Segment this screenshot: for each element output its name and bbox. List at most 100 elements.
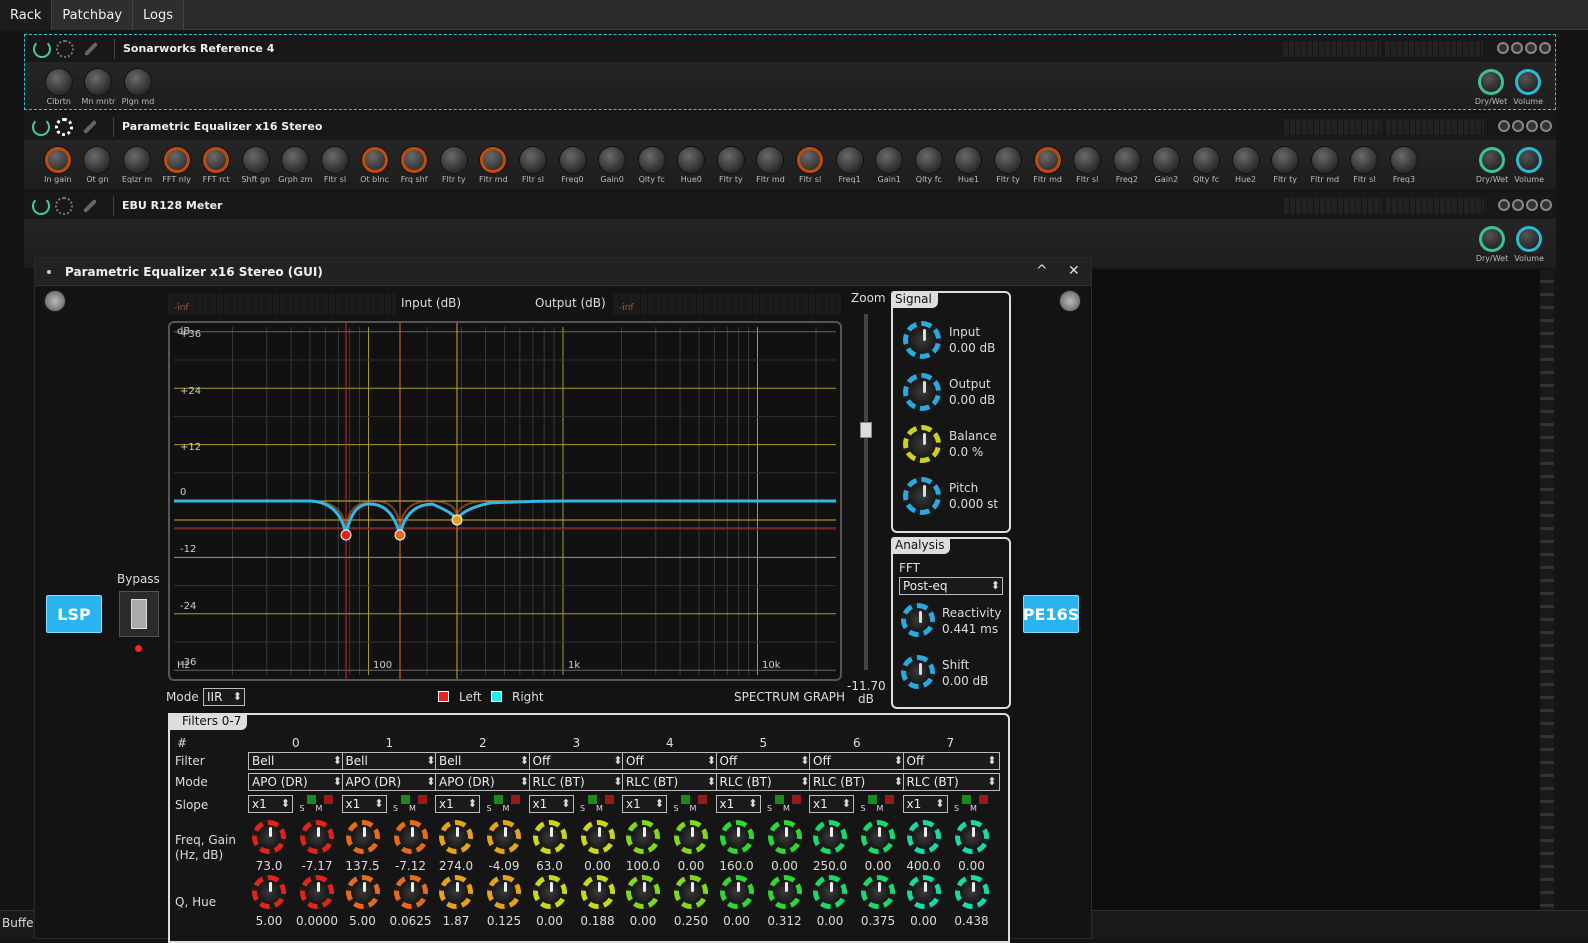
freq-knob[interactable] [906, 820, 941, 854]
slope-select[interactable]: x1 [809, 795, 854, 813]
rack-knob[interactable]: Fltr sl [1345, 147, 1385, 184]
solo-button[interactable] [681, 795, 690, 804]
rack-knob[interactable]: Fltr sl [1067, 147, 1107, 184]
rack-knob[interactable]: Gain1 [869, 147, 909, 184]
rack-knob[interactable]: Fltr sl [790, 147, 830, 184]
rack-knob[interactable]: Qlty fc [909, 147, 949, 184]
rack-knob[interactable]: Gain2 [1147, 147, 1187, 184]
rack-knob[interactable]: Ot gn [78, 147, 118, 184]
button[interactable] [1540, 199, 1552, 211]
solo-button[interactable] [587, 795, 597, 804]
filter-mode-select[interactable]: RLC (BT) [622, 773, 719, 791]
gear-icon[interactable] [56, 39, 74, 58]
filter-mode-select[interactable]: RLC (BT) [809, 773, 906, 791]
solo-button[interactable] [961, 795, 971, 804]
freq-knob[interactable] [345, 820, 380, 854]
rack-knob[interactable]: Gain0 [592, 147, 632, 184]
solo-button[interactable] [400, 795, 410, 804]
slope-select[interactable]: x1 [248, 795, 293, 813]
tab-rack[interactable]: Rack [0, 0, 53, 30]
drywet-knob[interactable]: Dry/Wet [1476, 226, 1508, 263]
hue-knob[interactable] [954, 875, 989, 909]
gain-knob[interactable] [674, 820, 708, 854]
filter-mode-select[interactable]: APO (DR) [341, 773, 439, 791]
mute-button[interactable] [324, 795, 333, 804]
rack-scrollbar[interactable] [1540, 270, 1554, 910]
shift-knob[interactable] [901, 655, 935, 689]
mode-select[interactable]: IIR [203, 688, 245, 706]
button[interactable] [1512, 120, 1524, 132]
zoom-slider-thumb[interactable] [860, 422, 872, 438]
hue-knob[interactable] [300, 875, 334, 909]
gain-knob[interactable] [487, 820, 521, 854]
filter-type-select[interactable]: Off [902, 752, 1000, 770]
input-knob[interactable] [903, 321, 941, 359]
freq-knob[interactable] [252, 820, 286, 854]
rack-knob[interactable]: Fltr ty [434, 147, 474, 184]
gain-knob[interactable] [300, 820, 334, 854]
rack-knob[interactable]: Freq3 [1384, 147, 1424, 184]
solo-button[interactable] [774, 795, 784, 804]
gain-knob[interactable] [954, 820, 989, 854]
rack-knob[interactable]: Frq shf [394, 147, 434, 184]
gear-icon[interactable] [55, 196, 73, 215]
button[interactable] [1539, 42, 1551, 54]
q-knob[interactable] [439, 875, 473, 909]
pe16s-button[interactable]: PE16S [1023, 595, 1079, 633]
filter-type-select[interactable]: Off [622, 752, 719, 770]
rack-knob[interactable]: Fltr md [1028, 147, 1068, 184]
q-knob[interactable] [719, 875, 754, 909]
rack-knob[interactable]: Qlty fc [1186, 147, 1226, 184]
mute-button[interactable] [511, 795, 520, 804]
rack-knob[interactable]: Fltr sl [315, 147, 355, 184]
button[interactable] [1526, 199, 1538, 211]
rack-knob[interactable]: Ot blnc [355, 147, 395, 184]
button[interactable] [1525, 42, 1537, 54]
zoom-slider-track[interactable] [864, 314, 868, 670]
reactivity-knob[interactable] [901, 603, 935, 637]
button[interactable] [1497, 42, 1509, 54]
volume-knob[interactable]: Volume [1514, 226, 1544, 263]
q-knob[interactable] [626, 875, 660, 909]
button[interactable] [1512, 199, 1524, 211]
filter-type-select[interactable]: Off [528, 752, 626, 770]
rack-knob[interactable]: Fltr ty [711, 147, 751, 184]
solo-button[interactable] [494, 795, 503, 804]
rack-knob[interactable]: Fltr ty [1265, 147, 1305, 184]
rack-knob[interactable]: Fltr ty [988, 147, 1028, 184]
rack-knob[interactable]: Fltr sl [513, 147, 553, 184]
rack-knob[interactable]: Fltr md [1305, 147, 1345, 184]
fft-select[interactable]: Post-eq [899, 577, 1003, 595]
rack-knob[interactable]: Qlty fc [632, 147, 672, 184]
rack-knob[interactable]: Clbrtn [39, 69, 79, 106]
slope-select[interactable]: x1 [435, 795, 480, 813]
button[interactable] [1511, 42, 1523, 54]
left-channel-toggle[interactable] [438, 691, 449, 702]
button[interactable] [1498, 199, 1510, 211]
rack-knob[interactable]: Hue2 [1226, 147, 1266, 184]
freq-knob[interactable] [532, 820, 567, 854]
button[interactable] [1526, 120, 1538, 132]
q-knob[interactable] [906, 875, 941, 909]
rack-knob[interactable]: Fltr md [474, 147, 514, 184]
filter-mode-select[interactable]: APO (DR) [435, 773, 532, 791]
slope-select[interactable]: x1 [715, 795, 761, 813]
filter-type-select[interactable]: Off [715, 752, 813, 770]
power-icon[interactable] [33, 39, 51, 58]
filter-type-select[interactable]: Off [809, 752, 906, 770]
hue-knob[interactable] [393, 875, 428, 909]
rack-knob[interactable]: Shft gn [236, 147, 276, 184]
wrench-icon[interactable] [82, 198, 98, 213]
pitch-knob[interactable] [903, 477, 941, 515]
solo-button[interactable] [868, 795, 877, 804]
tab-logs[interactable]: Logs [133, 0, 185, 30]
rack-knob[interactable]: Freq2 [1107, 147, 1147, 184]
mute-button[interactable] [978, 795, 988, 804]
filter-mode-select[interactable]: APO (DR) [248, 773, 345, 791]
button[interactable] [1498, 120, 1510, 132]
maximize-button[interactable]: ^ [1036, 263, 1048, 279]
rack-knob[interactable]: Fltr md [751, 147, 791, 184]
mute-button[interactable] [417, 795, 427, 804]
hue-knob[interactable] [580, 875, 615, 909]
rack-knob[interactable]: Grph zm [276, 147, 316, 184]
